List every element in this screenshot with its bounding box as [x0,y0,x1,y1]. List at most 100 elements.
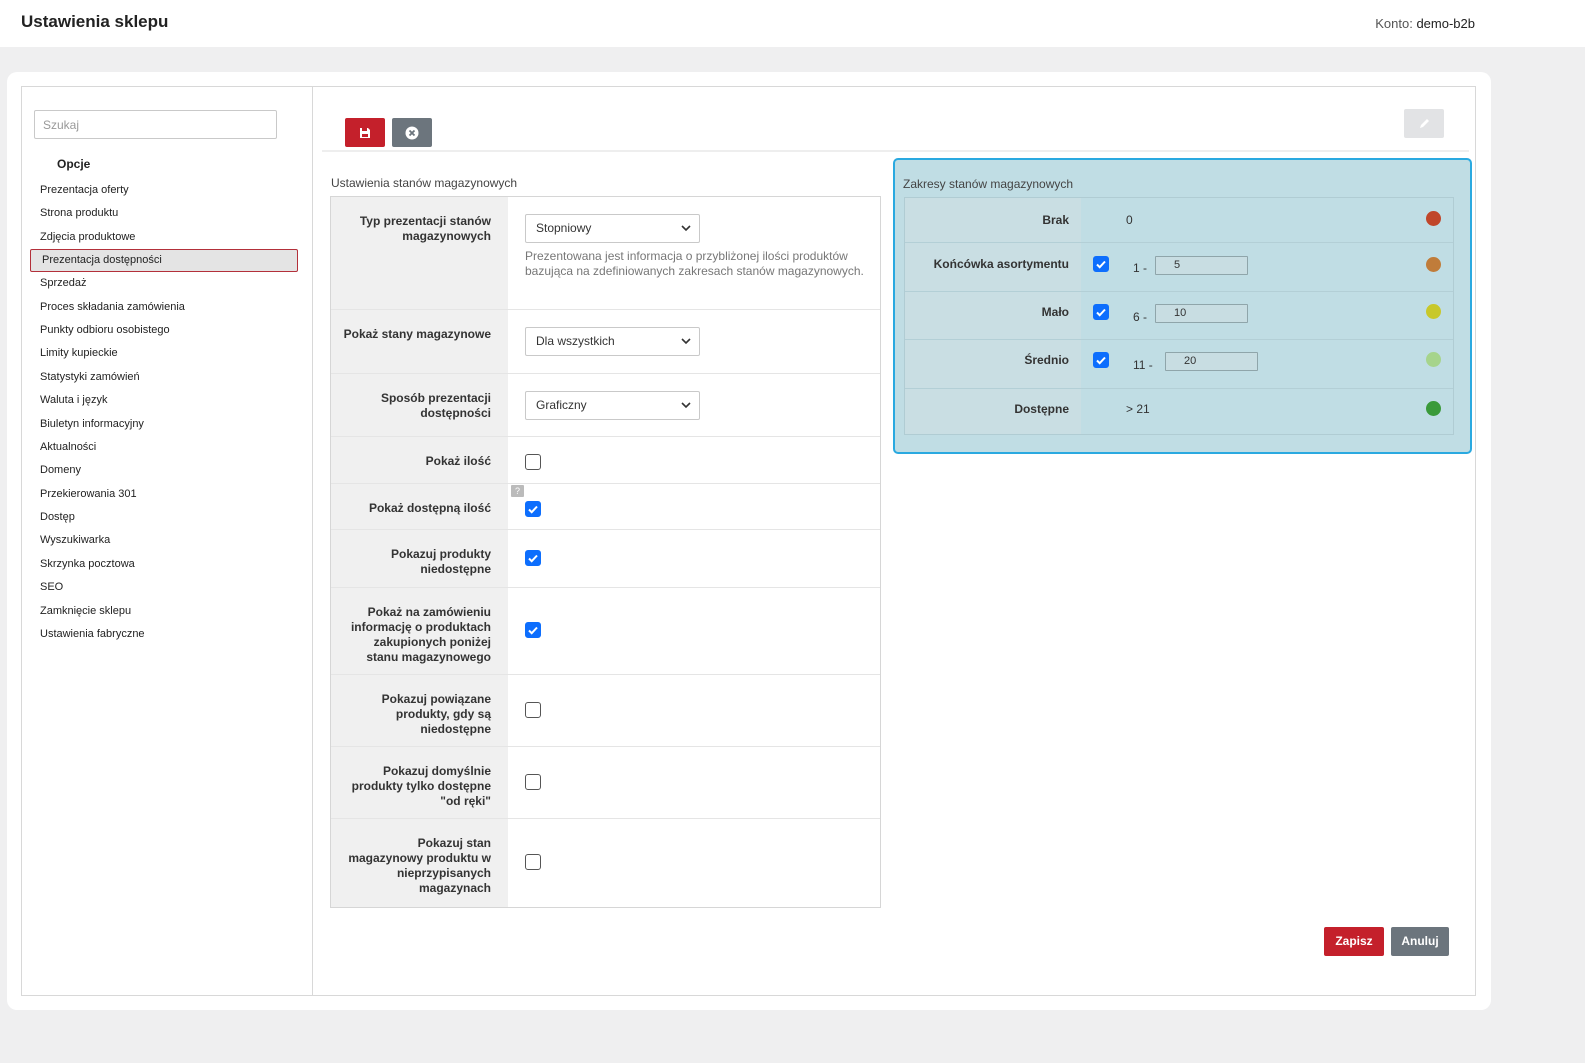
sidebar-item-punkty-odbioru[interactable]: Punkty odbioru osobistego [30,319,298,342]
account-value[interactable]: demo-b2b [1416,16,1475,31]
edit-button[interactable] [1404,109,1444,138]
range-to-input[interactable]: 10 [1155,304,1248,323]
show-quantity-checkbox[interactable] [525,454,541,470]
range-from: 6 - [1133,310,1148,324]
stock-ranges-table: Brak 0 Końcówka asortymentu 1 - 5 Mało 6… [904,197,1454,435]
row-label: Pokaż na zamówieniu informację o produkt… [331,588,508,674]
save-icon-button[interactable] [345,118,385,147]
row-label: Pokazuj powiązane produkty, gdy są niedo… [331,675,508,746]
sidebar-item-zamkniecie-sklepu[interactable]: Zamknięcie sklepu [30,600,298,623]
range-checkbox[interactable] [1093,352,1109,368]
range-row-srednio: Średnio 11 - 20 [905,340,1453,389]
row-label: Pokazuj domyślnie produkty tylko dostępn… [331,747,508,818]
range-to-input[interactable]: 20 [1165,352,1258,371]
check-icon [528,505,538,514]
floppy-disk-icon [360,127,370,138]
chevron-down-icon [681,225,691,232]
row-related-products: Pokazuj powiązane produkty, gdy są niedo… [331,675,880,747]
row-label: Pokaż stany magazynowe [331,310,508,373]
row-presentation-mode: Sposób prezentacji dostępności Graficzny [331,374,880,437]
row-show-stock: Pokaż stany magazynowe Dla wszystkich [331,310,880,374]
settings-frame: Opcje Prezentacja oferty Strona produktu… [21,86,1476,996]
sidebar-item-aktualnosci[interactable]: Aktualności [30,436,298,459]
cancel-icon-button[interactable] [392,118,432,147]
range-from: > 21 [1126,402,1150,416]
sidebar-item-limity-kupieckie[interactable]: Limity kupieckie [30,342,298,365]
range-row-koncowka: Końcówka asortymentu 1 - 5 [905,243,1453,292]
row-presentation-type: Typ prezentacji stanów magazynowych Stop… [331,197,880,310]
sidebar-item-domeny[interactable]: Domeny [30,459,298,482]
related-products-checkbox[interactable] [525,702,541,718]
top-bar: Ustawienia sklepu Konto: demo-b2b [0,0,1585,47]
save-button[interactable]: Zapisz [1324,927,1384,956]
range-value: > 21 [1081,389,1453,434]
sidebar-item-waluta-i-jezyk[interactable]: Waluta i język [30,389,298,412]
sidebar-item-skrzynka-pocztowa[interactable]: Skrzynka pocztowa [30,553,298,576]
status-dot [1426,257,1441,272]
range-value: 1 - 5 [1081,243,1453,291]
check-icon [1096,356,1106,365]
select-value: Stopniowy [536,221,592,235]
show-stock-select[interactable]: Dla wszystkich [525,327,700,356]
sidebar-item-seo[interactable]: SEO [30,576,298,599]
chevron-down-icon [681,402,691,409]
row-label: Pokaż dostępną ilość [331,484,508,529]
check-icon [1096,260,1106,269]
sidebar-item-wyszukiwarka[interactable]: Wyszukiwarka [30,529,298,552]
main-panel: Ustawienia stanów magazynowych Typ preze… [314,87,1476,995]
range-checkbox[interactable] [1093,304,1109,320]
sidebar-nav: Prezentacja oferty Strona produktu Zdjęc… [30,179,298,646]
show-available-quantity-checkbox[interactable] [525,501,541,517]
sidebar-item-sprzedaz[interactable]: Sprzedaż [30,272,298,295]
account-info: Konto: demo-b2b [1375,16,1475,31]
range-value: 6 - 10 [1081,292,1453,339]
range-value: 11 - 20 [1081,340,1453,388]
unassigned-warehouses-checkbox[interactable] [525,854,541,870]
presentation-type-select[interactable]: Stopniowy [525,214,700,243]
status-dot [1426,352,1441,367]
range-row-malo: Mało 6 - 10 [905,292,1453,340]
range-row-brak: Brak 0 [905,198,1453,243]
row-value [509,437,880,483]
show-unavailable-checkbox[interactable] [525,550,541,566]
stock-ranges-panel: Zakresy stanów magazynowych Brak 0 Końcó… [893,158,1472,454]
row-label: Sposób prezentacji dostępności [331,374,508,436]
row-label: Typ prezentacji stanów magazynowych [331,197,508,309]
row-value: Stopniowy Prezentowana jest informacja o… [509,197,880,309]
sidebar-item-przekierowania[interactable]: Przekierowania 301 [30,483,298,506]
range-from: 1 - [1133,261,1148,275]
sidebar-item-statystyki-zamowien[interactable]: Statystyki zamówień [30,366,298,389]
sidebar-item-prezentacja-dostepnosci[interactable]: Prezentacja dostępności [30,249,298,273]
range-checkbox[interactable] [1093,256,1109,272]
sidebar-item-prezentacja-oferty[interactable]: Prezentacja oferty [30,179,298,202]
row-value [509,675,880,746]
sidebar-item-dostep[interactable]: Dostęp [30,506,298,529]
stock-settings-title: Ustawienia stanów magazynowych [331,176,518,190]
default-available-checkbox[interactable] [525,774,541,790]
row-unassigned-warehouses: Pokazuj stan magazynowy produktu w niepr… [331,819,880,907]
select-value: Graficzny [536,398,587,412]
order-info-checkbox[interactable] [525,622,541,638]
cancel-button[interactable]: Anuluj [1391,927,1449,956]
presentation-mode-select[interactable]: Graficzny [525,391,700,420]
row-label: Pokazuj produkty niedostępne [331,530,508,587]
presentation-type-hint: Prezentowana jest informacja o przybliżo… [525,249,864,278]
range-value: 0 [1081,198,1453,242]
sidebar-item-ustawienia-fabryczne[interactable]: Ustawienia fabryczne [30,623,298,646]
range-to-input[interactable]: 5 [1155,256,1248,275]
pencil-icon [1420,118,1429,128]
check-icon [1096,308,1106,317]
sidebar-item-biuletyn[interactable]: Biuletyn informacyjny [30,413,298,436]
row-value [509,819,880,907]
row-value: Graficzny [509,374,880,436]
check-icon [528,626,538,635]
check-icon [528,554,538,563]
range-label: Dostępne [905,389,1081,434]
row-value [509,588,880,674]
x-circle-icon [405,126,419,139]
sidebar-item-proces-skladania-zamowienia[interactable]: Proces składania zamówienia [30,296,298,319]
search-input[interactable] [34,110,277,139]
sidebar-item-strona-produktu[interactable]: Strona produktu [30,202,298,225]
sidebar-item-zdjecia-produktowe[interactable]: Zdjęcia produktowe [30,226,298,249]
range-from: 11 - [1133,358,1153,372]
